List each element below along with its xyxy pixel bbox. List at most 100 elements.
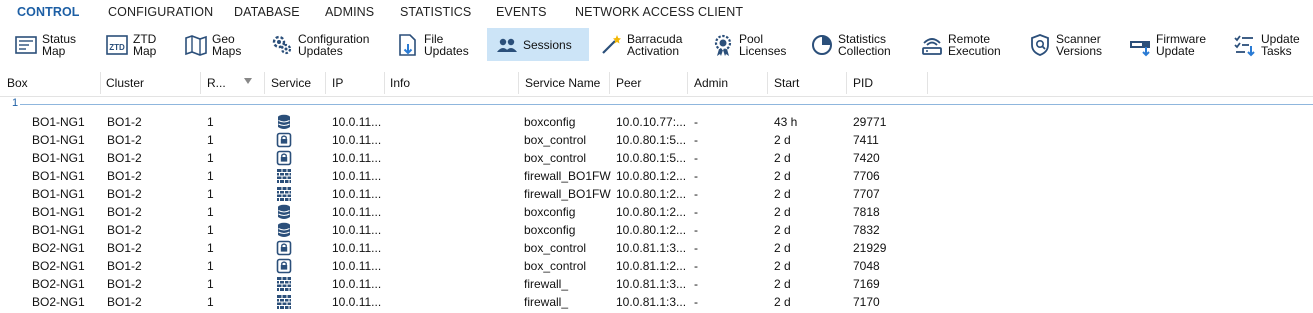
column-header-cluster[interactable]: Cluster (106, 76, 144, 90)
menu-database[interactable]: DATABASE (234, 5, 300, 19)
cell-r: 1 (207, 115, 214, 129)
firewall-icon (276, 276, 292, 292)
cell-r: 1 (207, 205, 214, 219)
cell-box: BO2-NG1 (32, 295, 85, 309)
main-menu: CONTROL CONFIGURATION DATABASE ADMINS ST… (0, 0, 1313, 24)
sessions-button[interactable]: Sessions (487, 28, 589, 61)
cell-box: BO2-NG1 (32, 277, 85, 291)
menu-configuration[interactable]: CONFIGURATION (108, 5, 213, 19)
cell-ip: 10.0.11... (332, 151, 382, 165)
cell-cluster: BO1-2 (107, 295, 142, 309)
svg-text:ZTD: ZTD (109, 43, 125, 52)
column-divider[interactable] (264, 72, 265, 94)
column-header-box[interactable]: Box (7, 76, 28, 90)
column-divider[interactable] (609, 72, 610, 94)
column-header-info[interactable]: Info (390, 76, 410, 90)
table-row[interactable]: BO1-NG1 BO1-2 1 10.0.11... firewall_BO1FW 10.… (0, 167, 1313, 185)
file-updates-icon (396, 33, 420, 57)
table-row[interactable]: BO1-NG1 BO1-2 1 10.0.11... firewall_BO1FW 10.… (0, 185, 1313, 203)
toolbar: Status Map ZTD ZTD Map Geo Maps Configurati… (0, 26, 1313, 64)
column-divider[interactable] (767, 72, 768, 94)
menu-events[interactable]: EVENTS (496, 5, 547, 19)
cell-pid: 7420 (853, 151, 880, 165)
configuration-updates-button[interactable]: Configuration Updates (270, 28, 369, 61)
table-row[interactable]: BO1-NG1 BO1-2 1 10.0.11... box_control 10.0.8… (0, 149, 1313, 167)
column-header-pid[interactable]: PID (853, 76, 873, 90)
cell-admin: - (694, 187, 698, 201)
column-header-ip[interactable]: IP (332, 76, 343, 90)
remote-execution-icon (920, 33, 944, 57)
table-row[interactable]: BO1-NG1 BO1-2 1 10.0.11... boxconfig 10.0.10.… (0, 113, 1313, 131)
firmware-update-button[interactable]: Firmware Update (1128, 28, 1206, 61)
cell-admin: - (694, 169, 698, 183)
cell-box: BO1-NG1 (32, 169, 85, 183)
column-divider[interactable] (200, 72, 201, 94)
remote-execution-label-line2: Execution (948, 43, 1001, 58)
group-divider (20, 104, 1313, 105)
menu-network-access-client[interactable]: NETWORK ACCESS CLIENT (575, 5, 743, 19)
scanner-versions-button[interactable]: Scanner Versions (1028, 28, 1102, 61)
column-divider[interactable] (384, 72, 385, 94)
column-header-r[interactable]: R... (207, 76, 226, 90)
cell-peer: 10.0.81.1:3... (616, 295, 687, 309)
cell-service-name: firewall_BO1FW (524, 169, 611, 183)
table-row[interactable]: BO2-NG1 BO1-2 1 10.0.11... firewall_ 10.0.81.… (0, 293, 1313, 311)
cell-pid: 21929 (853, 241, 887, 255)
table-row[interactable]: BO1-NG1 BO1-2 1 10.0.11... boxconfig 10.0.80.… (0, 203, 1313, 221)
database-icon (276, 204, 292, 220)
column-header-service-name[interactable]: Service Name (525, 76, 600, 90)
pool-licenses-icon (711, 33, 735, 57)
ztd-map-button[interactable]: ZTD ZTD Map (105, 28, 156, 61)
cell-cluster: BO1-2 (107, 259, 142, 273)
menu-admins[interactable]: ADMINS (325, 5, 374, 19)
sessions-icon (495, 33, 519, 57)
column-divider[interactable] (100, 72, 101, 94)
cell-peer: 10.0.80.1:2... (616, 169, 687, 183)
statistics-collection-button[interactable]: Statistics Collection (810, 28, 891, 61)
cell-peer: 10.0.80.1:5... (616, 151, 687, 165)
status-map-button[interactable]: Status Map (14, 28, 76, 61)
cell-ip: 10.0.11... (332, 223, 382, 237)
cell-r: 1 (207, 133, 214, 147)
sort-descending-icon[interactable] (244, 78, 252, 84)
column-divider[interactable] (687, 72, 688, 94)
cell-cluster: BO1-2 (107, 169, 142, 183)
barracuda-activation-label-line2: Activation (627, 43, 680, 58)
ztd-map-label-line2: Map (133, 43, 157, 58)
update-tasks-icon (1233, 33, 1257, 57)
table-row[interactable]: BO1-NG1 BO1-2 1 10.0.11... box_control 10.0.8… (0, 131, 1313, 149)
status-map-label-line1: Status (42, 31, 77, 46)
column-divider[interactable] (518, 72, 519, 94)
column-header-admin[interactable]: Admin (694, 76, 728, 90)
cell-admin: - (694, 241, 698, 255)
barracuda-activation-icon (599, 33, 623, 57)
cell-cluster: BO1-2 (107, 115, 142, 129)
cell-ip: 10.0.11... (332, 277, 382, 291)
table-row[interactable]: BO2-NG1 BO1-2 1 10.0.11... firewall_ 10.0.81.… (0, 275, 1313, 293)
menu-control[interactable]: CONTROL (17, 5, 80, 19)
column-header-start[interactable]: Start (774, 76, 799, 90)
table-row[interactable]: BO2-NG1 BO1-2 1 10.0.11... box_control 10.0.8… (0, 257, 1313, 275)
cell-peer: 10.0.80.1:2... (616, 187, 687, 201)
remote-execution-button[interactable]: Remote Execution (920, 28, 1001, 61)
barracuda-activation-label-line1: Barracuda (627, 31, 683, 46)
cell-pid: 7832 (853, 223, 880, 237)
menu-statistics[interactable]: STATISTICS (400, 5, 471, 19)
column-header-service[interactable]: Service (271, 76, 311, 90)
firewall-icon (276, 168, 292, 184)
column-header-peer[interactable]: Peer (616, 76, 641, 90)
barracuda-activation-button[interactable]: Barracuda Activation (599, 28, 682, 61)
file-updates-button[interactable]: File Updates (396, 28, 469, 61)
geo-maps-button[interactable]: Geo Maps (184, 28, 241, 61)
update-tasks-button[interactable]: Update Tasks (1233, 28, 1300, 61)
table-row[interactable]: BO2-NG1 BO1-2 1 10.0.11... box_control 10.0.8… (0, 239, 1313, 257)
column-divider[interactable] (325, 72, 326, 94)
cell-peer: 10.0.80.1:5... (616, 133, 687, 147)
table-row[interactable]: BO1-NG1 BO1-2 1 10.0.11... boxconfig 10.0.80.… (0, 221, 1313, 239)
column-divider[interactable] (927, 72, 928, 94)
cell-start: 2 d (774, 259, 791, 273)
cell-box: BO1-NG1 (32, 133, 85, 147)
column-divider[interactable] (846, 72, 847, 94)
group-header[interactable]: 1 (0, 96, 1313, 110)
pool-licenses-button[interactable]: Pool Licenses (711, 28, 786, 61)
